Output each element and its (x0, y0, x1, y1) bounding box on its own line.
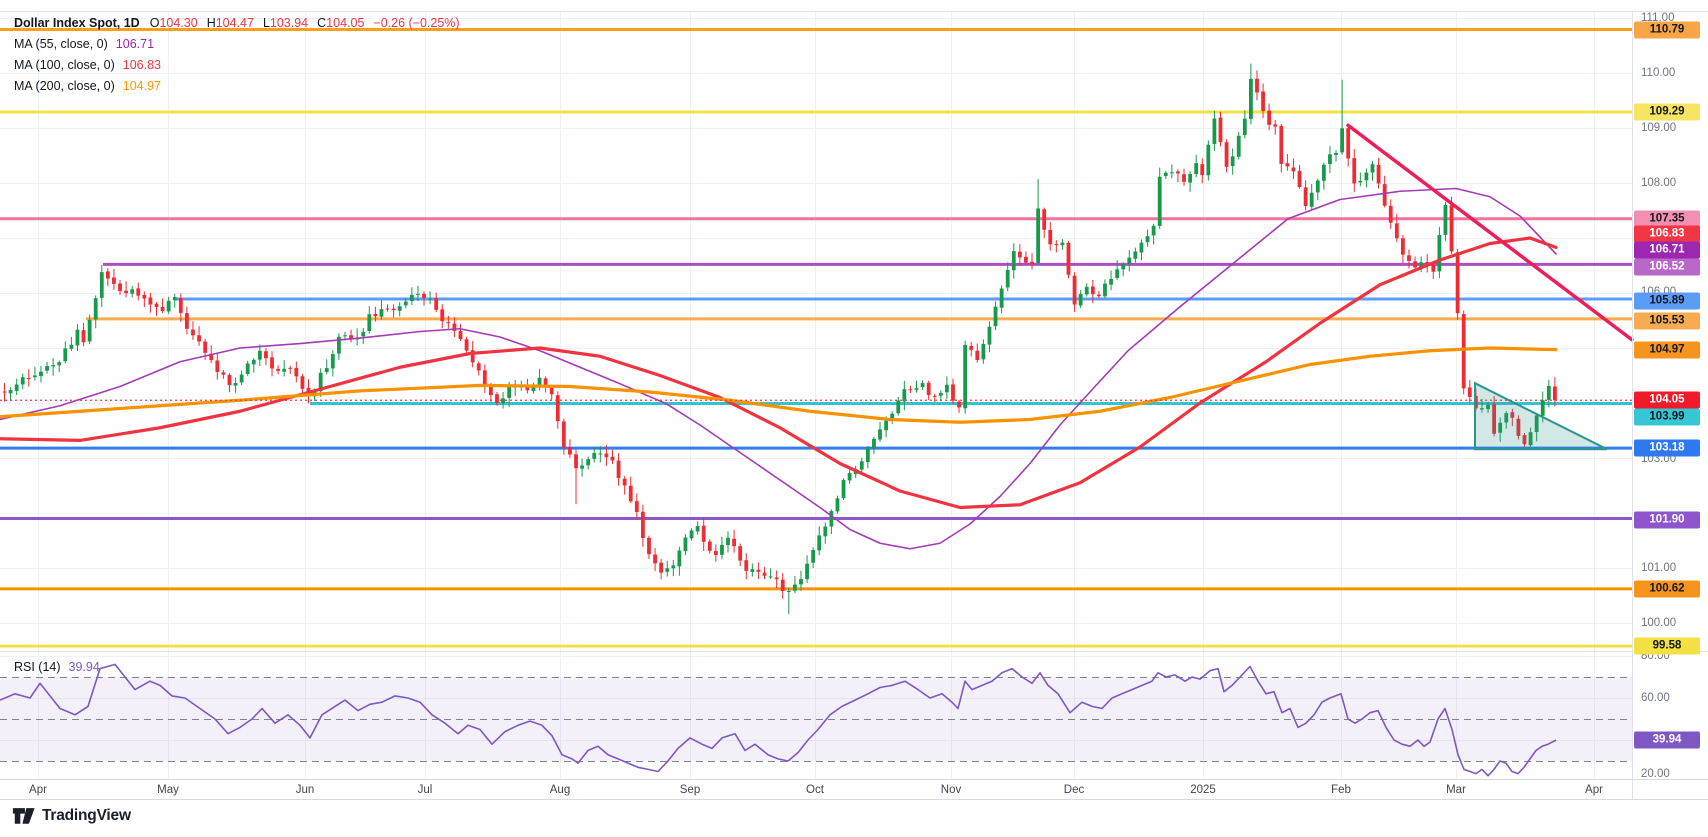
high-value: H104.47 (207, 16, 254, 30)
price-level-badge: 109.29 (1634, 104, 1700, 121)
ma200-legend-row[interactable]: MA (200, close, 0) 104.97 (14, 75, 460, 96)
price-level-badge: 101.90 (1634, 512, 1700, 529)
tradingview-logo[interactable]: TradingView (12, 806, 131, 825)
time-axis-label: Oct (806, 780, 824, 800)
axis-tick-label: 60.00 (1641, 692, 1705, 704)
gridlines (0, 11, 1632, 779)
tradingview-logo-text: TradingView (42, 807, 131, 825)
time-axis-label: Feb (1331, 780, 1351, 800)
price-chart-canvas[interactable] (0, 0, 1708, 837)
price-level-badge: 104.97 (1634, 342, 1700, 359)
ma100-legend-row[interactable]: MA (100, close, 0) 106.83 (14, 54, 460, 75)
price-level-badge: 106.83 (1634, 226, 1700, 243)
rsi-value: 39.94 (69, 660, 100, 674)
price-level-badge: 105.89 (1634, 293, 1700, 310)
price-level-badge: 100.62 (1634, 581, 1700, 598)
price-level-badge: 103.99 (1634, 409, 1700, 426)
candlesticks[interactable] (3, 64, 1557, 615)
time-axis-label: Jun (296, 780, 315, 800)
ma55-value: 106.71 (116, 37, 154, 51)
axis-tick-label: 20.00 (1641, 768, 1705, 780)
ma100-line[interactable] (0, 238, 1556, 508)
axis-tick-label: 108.00 (1641, 177, 1705, 189)
time-axis-label: May (157, 780, 179, 800)
price-level-badge: 104.05 (1634, 392, 1700, 409)
time-axis-label: Jul (418, 780, 433, 800)
ohlc-row[interactable]: Dollar Index Spot, 1D O104.30 H104.47 L1… (14, 12, 460, 33)
ma55-line[interactable] (0, 189, 1556, 549)
symbol-title[interactable]: Dollar Index Spot, 1D (14, 16, 140, 30)
price-level-badge: 106.52 (1634, 259, 1700, 276)
price-level-badge: 105.53 (1634, 313, 1700, 330)
low-value: L103.94 (263, 16, 308, 30)
time-axis-label: Nov (941, 780, 961, 800)
descending-triangle-pattern[interactable] (1475, 383, 1607, 449)
price-level-badge: 110.79 (1634, 22, 1700, 39)
time-axis-label: Dec (1064, 780, 1084, 800)
price-level-badge: 106.71 (1634, 242, 1700, 259)
ma100-value: 106.83 (123, 58, 161, 72)
change-value: −0.26 (−0.25%) (373, 16, 459, 30)
price-level-badge: 99.58 (1634, 638, 1700, 655)
downtrend-line[interactable] (1348, 125, 1632, 340)
ma55-legend-row[interactable]: MA (55, close, 0) 106.71 (14, 33, 460, 54)
ma200-value: 104.97 (123, 79, 161, 93)
time-axis-label: Apr (1585, 780, 1603, 800)
axis-tick-label: 100.00 (1641, 617, 1705, 629)
rsi-legend-row[interactable]: RSI (14) 39.94 (14, 658, 100, 676)
tradingview-logo-icon (12, 806, 36, 825)
axis-tick-label: 109.00 (1641, 122, 1705, 134)
close-value: C104.05 (317, 16, 364, 30)
time-axis-label: Mar (1446, 780, 1466, 800)
time-axis-label: Sep (680, 780, 700, 800)
axis-tick-label: 101.00 (1641, 562, 1705, 574)
axis-tick-label: 110.00 (1641, 67, 1705, 79)
time-axis-label: 2025 (1190, 780, 1216, 800)
open-value: O104.30 (150, 16, 198, 30)
rsi-band (0, 677, 1632, 762)
price-level-badge: 103.18 (1634, 440, 1700, 457)
price-level-badge: 39.94 (1634, 732, 1700, 749)
chart-window: Dollar Index Spot, 1D O104.30 H104.47 L1… (0, 0, 1708, 837)
time-axis-label: Apr (29, 780, 47, 800)
symbol-legend[interactable]: Dollar Index Spot, 1D O104.30 H104.47 L1… (14, 12, 460, 96)
time-axis-label: Aug (550, 780, 570, 800)
